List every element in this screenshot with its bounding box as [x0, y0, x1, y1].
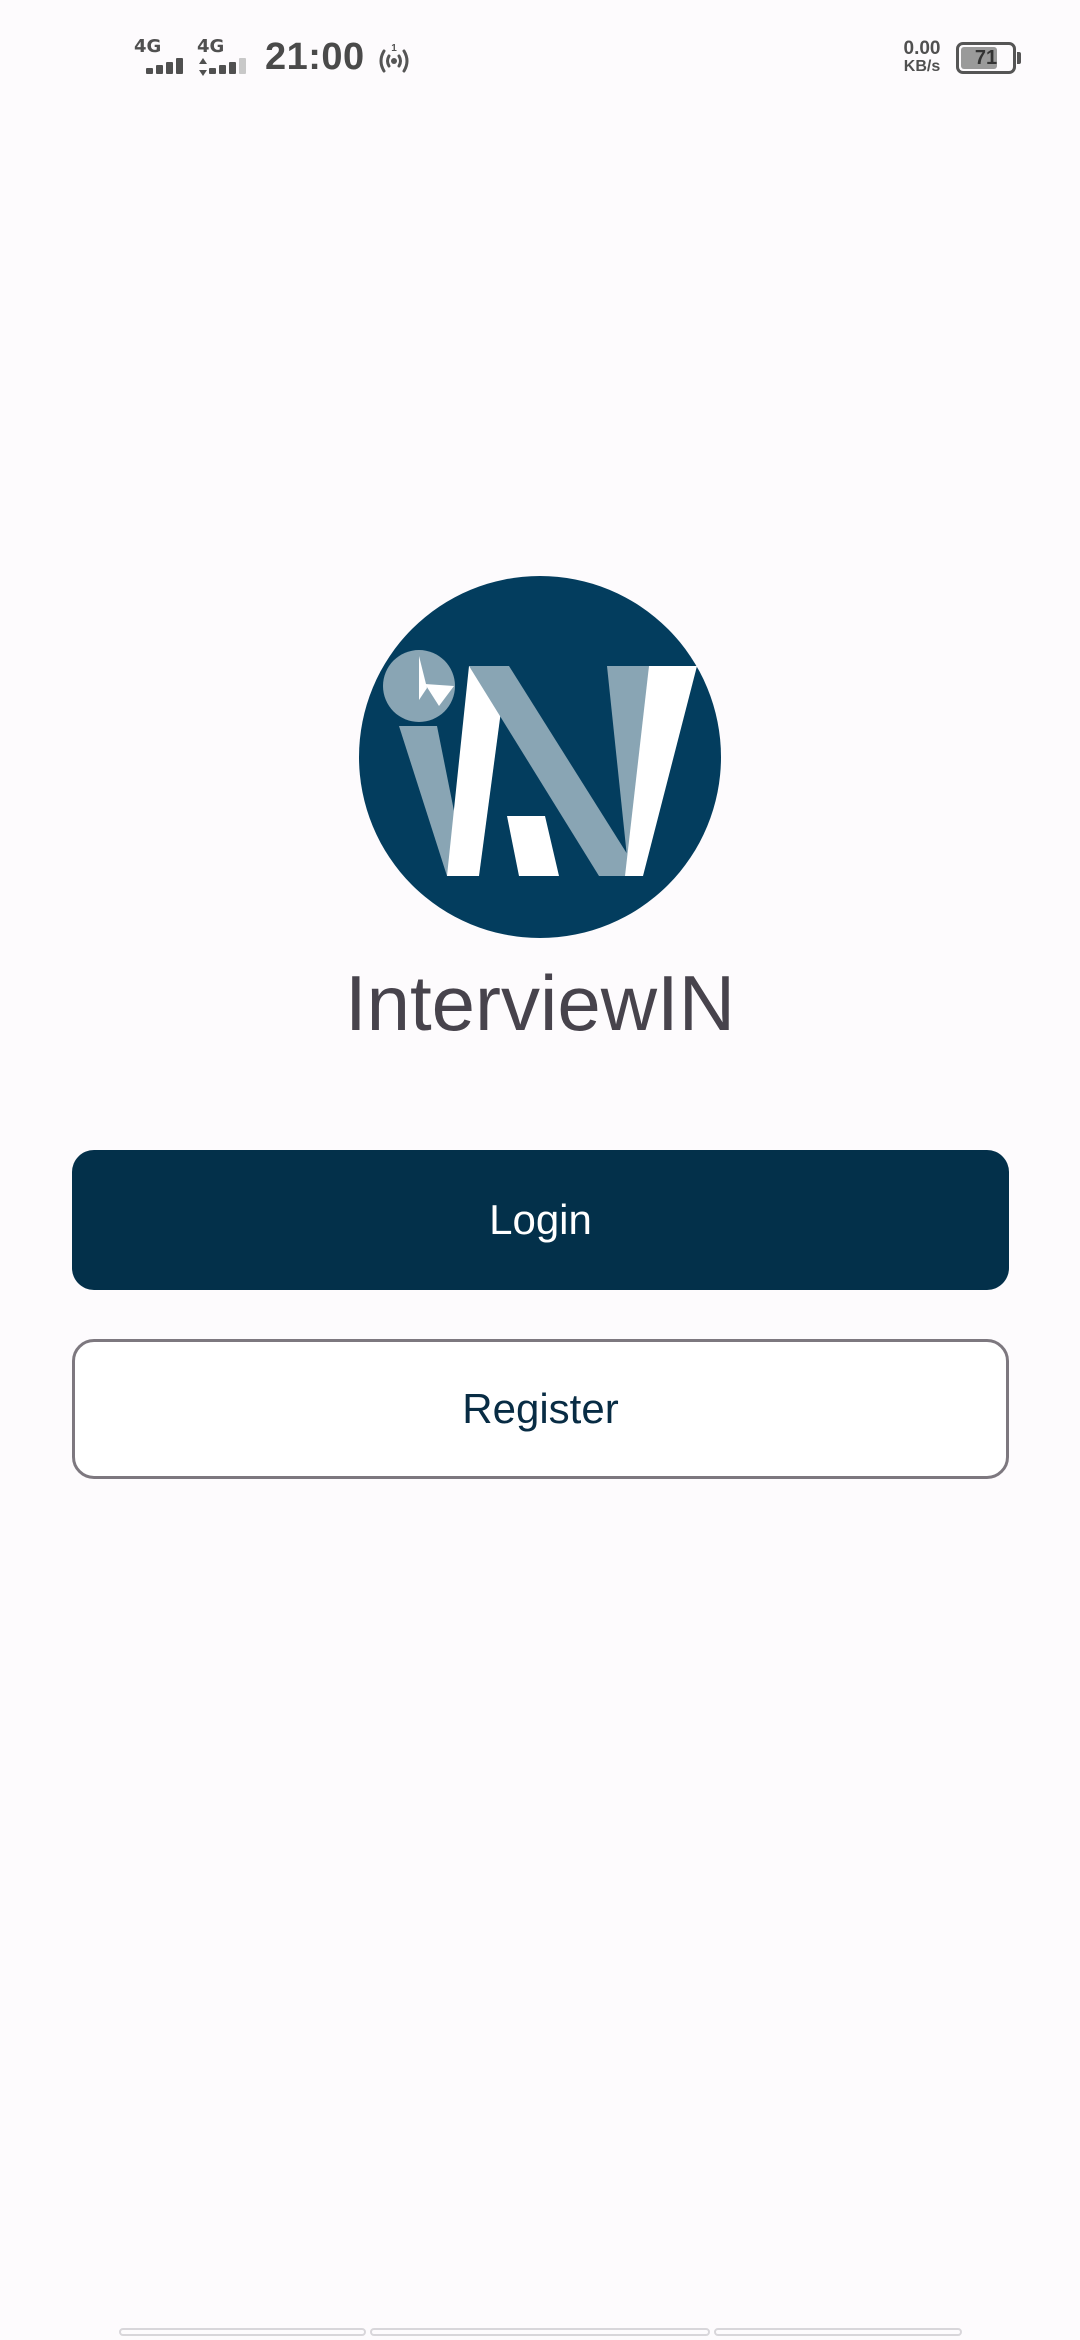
login-button-label: Login — [489, 1196, 592, 1243]
sim1-network-type: 4G — [134, 36, 162, 57]
login-button[interactable]: Login — [72, 1150, 1009, 1290]
network-speed-unit: KB/s — [903, 58, 941, 75]
hotspot-icon: 1 — [379, 43, 409, 73]
interviewin-logo — [359, 576, 721, 938]
sim2-signal-icon: 4G — [197, 38, 255, 78]
sim1-signal-icon: 4G — [134, 38, 192, 78]
status-bar: 4G 4G 21:00 1 0.00 KB/s 71 — [0, 0, 1080, 120]
hotspot-badge: 1 — [391, 43, 397, 54]
register-button-label: Register — [462, 1385, 619, 1432]
nav-bar-segment-center — [370, 2328, 710, 2336]
network-speed-value: 0.00 — [903, 38, 941, 59]
status-time: 21:00 — [265, 36, 365, 78]
register-button[interactable]: Register — [72, 1339, 1009, 1479]
nav-bar-segment-left — [119, 2328, 366, 2336]
app-name: InterviewIN — [344, 959, 736, 1047]
battery-level: 71 — [974, 47, 998, 69]
battery-tip — [1017, 52, 1021, 64]
sim2-network-type: 4G — [197, 36, 225, 57]
battery-icon: 71 — [956, 42, 1016, 74]
network-speed: 0.00 KB/s — [898, 38, 946, 76]
nav-bar-segment-right — [714, 2328, 962, 2336]
